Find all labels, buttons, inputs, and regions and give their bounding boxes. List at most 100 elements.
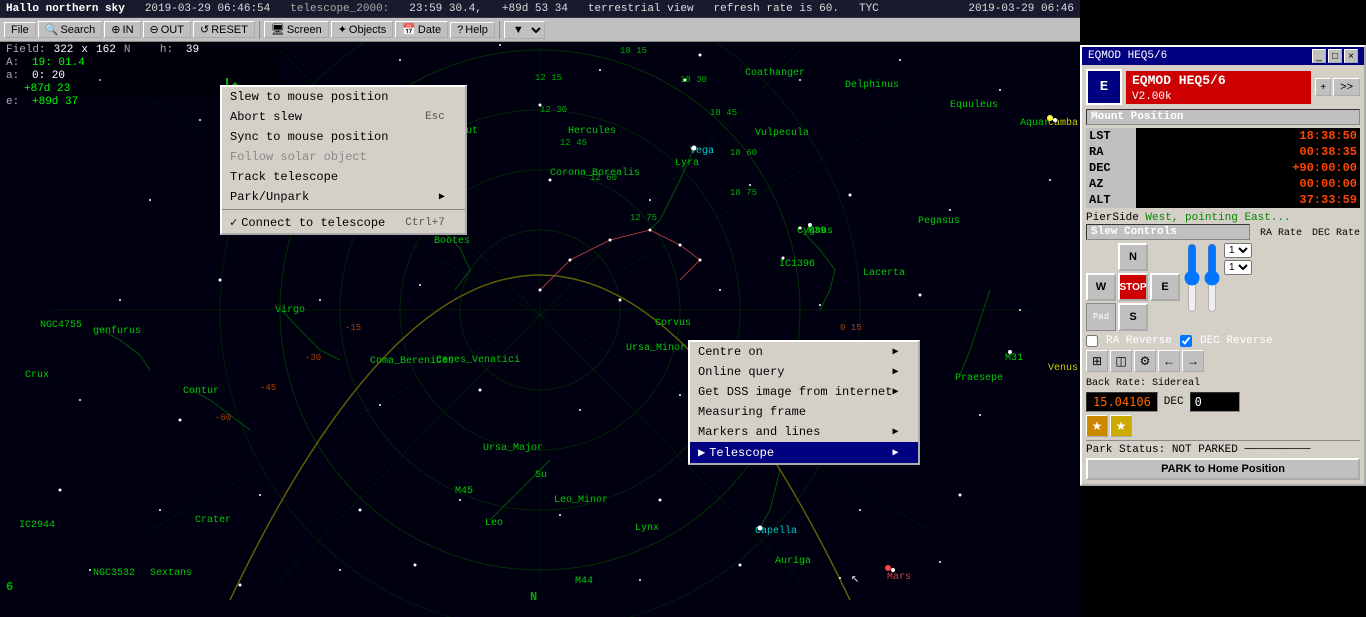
track-rate-label: Back Rate: Sidereal (1086, 378, 1200, 389)
cm-markers-lines[interactable]: Markers and lines ▶ (690, 422, 918, 442)
file-menu[interactable]: File (4, 22, 36, 38)
label-coma: Coma_Berenices (370, 356, 454, 367)
catalog-label: TYC (859, 3, 879, 15)
screen-btn[interactable]: 🖥 Screen (264, 21, 329, 38)
label-vega: Vega (690, 146, 714, 157)
east-btn[interactable]: E (1150, 273, 1180, 301)
sm-abort-slew[interactable]: Abort slew Esc (222, 107, 465, 127)
screen-icon: 🖥 (271, 23, 285, 36)
e-label: e: (6, 96, 24, 108)
sm-connect-telescope[interactable]: ✓ Connect to telescope Ctrl+7 (222, 212, 465, 233)
help-btn[interactable]: ? Help (450, 22, 495, 38)
ra-rate-select[interactable]: 1 (1224, 243, 1252, 258)
lst-label: LST (1086, 128, 1136, 144)
dec-reverse-check[interactable] (1180, 335, 1192, 347)
north-btn[interactable]: N (1118, 243, 1148, 271)
south-btn[interactable]: S (1118, 303, 1148, 331)
zoom-in-btn[interactable]: ⊕ IN (104, 21, 140, 38)
label-pegasus: Pegasus (918, 216, 960, 227)
dec-input-field[interactable] (1190, 392, 1240, 412)
label-lynx: Lynx (635, 523, 659, 534)
eqmod-title: EQMOD HEQ5/6 (1088, 50, 1167, 62)
toolbar: File 🔍 Search ⊕ IN ⊖ OUT ↺ RESET 🖥 Scree… (0, 18, 1080, 42)
zoom-out-btn[interactable]: ⊖ OUT (143, 21, 191, 38)
cm-measuring-frame[interactable]: Measuring frame (690, 402, 918, 422)
dec-rate-select[interactable]: 1 (1224, 260, 1252, 275)
label-sextans: Sextans (150, 568, 192, 579)
pad-btn[interactable]: Pad (1086, 303, 1116, 331)
west-btn[interactable]: W (1086, 273, 1116, 301)
slew-controls-title: Slew Controls (1086, 224, 1250, 240)
help-icon: ? (457, 24, 463, 36)
svg-text:0 15: 0 15 (840, 323, 862, 333)
eqmod-maximize-btn[interactable]: □ (1328, 49, 1342, 63)
cm-arrow-4: ▶ (892, 426, 898, 438)
eqmod-minimize-btn[interactable]: _ (1312, 49, 1326, 63)
icon-btn-2[interactable]: ◫ (1110, 350, 1132, 372)
a-label: A: (6, 57, 24, 69)
dec-value-eq: +90:00:00 (1136, 160, 1360, 176)
dec-label: DEC (1086, 160, 1136, 176)
svg-text:12 45: 12 45 (560, 138, 587, 148)
eq-forward-btn[interactable]: >> (1333, 78, 1360, 96)
icon-btn-1[interactable]: ⊞ (1086, 350, 1108, 372)
separator (259, 21, 260, 39)
app-title: Hallo northern sky (6, 3, 125, 15)
sm-track-telescope[interactable]: Track telescope (222, 167, 465, 187)
dec-reverse-label: DEC Reverse (1200, 335, 1273, 347)
cm-centre-on[interactable]: Centre on ▶ (690, 342, 918, 362)
svg-text:18 15: 18 15 (620, 46, 647, 56)
label-m45: M45 (455, 486, 473, 497)
date-icon: 📅 (402, 23, 416, 36)
cm-telescope[interactable]: ▶ Telescope ▶ (690, 442, 918, 463)
eqmod-close-btn[interactable]: × (1344, 49, 1358, 63)
dec-value: +89d 53 34 (502, 3, 568, 15)
sm-park-unpark[interactable]: Park/Unpark ▶ (222, 187, 465, 207)
sm-sync-mouse[interactable]: Sync to mouse position (222, 127, 465, 147)
icon-btn-5[interactable]: → (1182, 350, 1204, 372)
icon-btn-4[interactable]: ← (1158, 350, 1180, 372)
ra-rate-slider[interactable] (1184, 243, 1200, 313)
dropdown-select[interactable]: ▼ (504, 21, 545, 39)
objects-icon: ✦ (338, 23, 347, 36)
label-delphinus: Delphinus (845, 80, 899, 91)
ra-reverse-check[interactable] (1086, 335, 1098, 347)
sm-slew-mouse[interactable]: Slew to mouse position (222, 87, 465, 107)
ra-rate-label: RA Rate (1260, 228, 1302, 239)
h-label: h: (160, 44, 178, 56)
dec-rate-slider[interactable] (1204, 243, 1220, 313)
field-label: Field: (6, 44, 46, 56)
search-btn[interactable]: 🔍 Search (38, 21, 103, 38)
cm-arrow-0: ▶ (892, 346, 898, 358)
objects-btn[interactable]: ✦ Objects (331, 21, 394, 38)
eq-add-btn[interactable]: + (1315, 78, 1331, 96)
cm-online-query[interactable]: Online query ▶ (690, 362, 918, 382)
cm-dss-image[interactable]: Get DSS image from internet ▶ (690, 382, 918, 402)
label-venus: Camba (1048, 118, 1078, 129)
field-width: 322 (54, 44, 74, 56)
eq-name: EQMOD HEQ5/6 (1126, 71, 1311, 90)
track-row: ⊞ ◫ ⚙ ← → (1086, 350, 1360, 375)
park-line: ────────── (1244, 444, 1310, 456)
park-section: Park Status: NOT PARKED ────────── PARK … (1086, 440, 1360, 480)
reset-btn[interactable]: ↺ RESET (193, 21, 255, 38)
d-value2: +87d 23 (24, 83, 70, 95)
eqmod-panel: EQMOD HEQ5/6 _ □ × E EQMOD HEQ5/6 V2.00k… (1080, 45, 1366, 486)
label-equuleus: Equuleus (950, 100, 998, 111)
stop-btn[interactable]: STOP (1118, 273, 1148, 301)
svg-text:6: 6 (6, 580, 13, 594)
svg-text:-60: -60 (215, 413, 231, 423)
label-aquar: Aquar (1020, 118, 1050, 129)
cm-arrow-2: ▶ (892, 386, 898, 398)
field-unit: N (124, 44, 142, 56)
ra-reverse-label: RA Reverse (1106, 335, 1172, 347)
park-home-btn[interactable]: PARK to Home Position (1086, 458, 1360, 480)
mount-position-title: Mount Position (1086, 109, 1360, 125)
svg-text:-30: -30 (305, 353, 321, 363)
star-icon-2[interactable]: ★ (1110, 415, 1132, 437)
field-x: x (81, 44, 88, 56)
star-icon-1[interactable]: ★ (1086, 415, 1108, 437)
icon-btn-3[interactable]: ⚙ (1134, 350, 1156, 372)
svg-text:-15: -15 (345, 323, 361, 333)
date-btn[interactable]: 📅 Date (395, 21, 448, 38)
